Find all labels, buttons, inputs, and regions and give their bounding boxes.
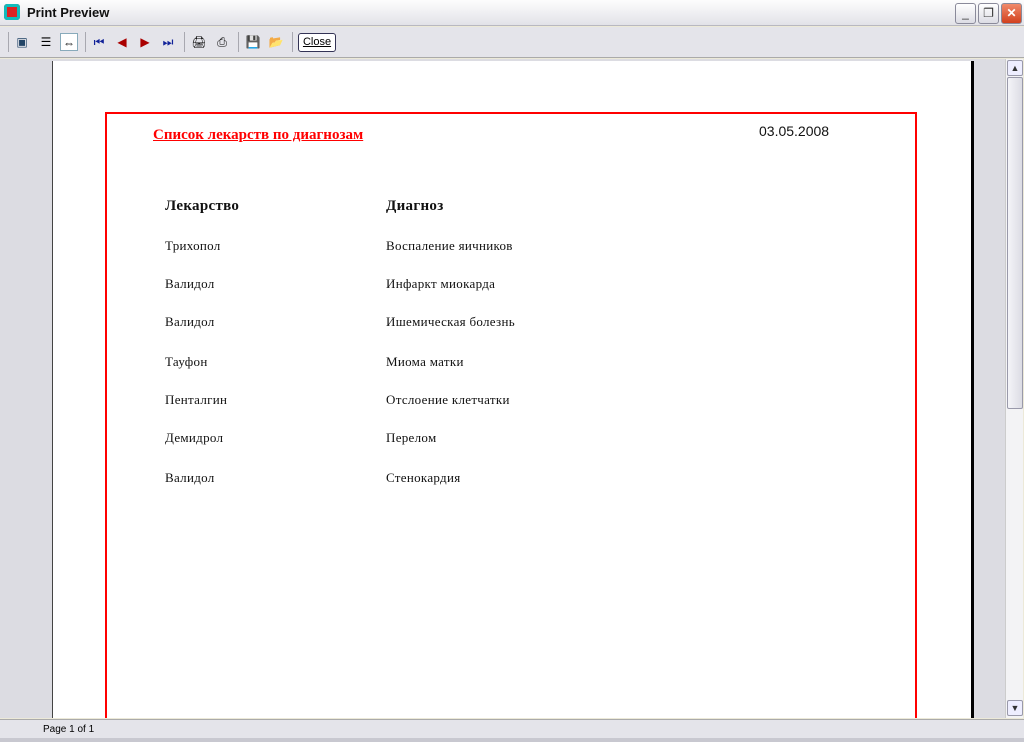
toolbar: ▣ ☰ ⇔ ⏮ ◀ ▶ ⏭ 🖨 ⎙ 💾 📂 Close: [0, 27, 1024, 58]
vertical-scrollbar[interactable]: ▲ ▼: [1005, 59, 1023, 718]
separator: [238, 32, 239, 52]
preview-area: Список лекарств по диагнозам 03.05.2008 …: [0, 59, 1005, 718]
separator: [85, 32, 86, 52]
taskbar-strip: [0, 738, 1024, 742]
drug-cell: Валидол: [165, 470, 215, 485]
open-icon[interactable]: 📂: [267, 33, 285, 51]
multi-page-icon[interactable]: ☰: [37, 33, 55, 51]
scroll-up-button[interactable]: ▲: [1007, 60, 1023, 76]
scroll-down-button[interactable]: ▼: [1007, 700, 1023, 716]
report-title: Список лекарств по диагнозам: [153, 127, 364, 143]
report-page: Список лекарств по диагнозам 03.05.2008 …: [52, 61, 974, 718]
scroll-thumb[interactable]: [1007, 77, 1023, 409]
drug-cell: Трихопол: [165, 238, 221, 253]
first-page-icon[interactable]: ⏮: [90, 33, 108, 51]
close-window-button[interactable]: ✕: [1001, 3, 1022, 24]
window-title: Print Preview: [27, 5, 110, 20]
diagnosis-cell: Воспаление яичников: [386, 238, 513, 253]
drug-cell: Валидол: [165, 276, 215, 291]
diagnosis-cell: Миома матки: [386, 354, 464, 369]
column-header-diagnosis: Диагноз: [386, 198, 444, 214]
separator: [184, 32, 185, 52]
last-page-icon[interactable]: ⏭: [159, 33, 177, 51]
one-page-icon[interactable]: ▣: [13, 33, 31, 51]
diagnosis-cell: Перелом: [386, 430, 437, 445]
diagnosis-cell: Стенокардия: [386, 470, 461, 485]
column-header-drug: Лекарство: [165, 198, 240, 214]
next-page-icon[interactable]: ▶: [136, 33, 154, 51]
diagnosis-cell: Отслоение клетчатки: [386, 392, 510, 407]
print-icon[interactable]: ⎙: [213, 33, 231, 51]
minimize-button[interactable]: _: [955, 3, 976, 24]
app-icon: [4, 4, 20, 20]
diagnosis-cell: Инфаркт миокарда: [386, 276, 496, 291]
zoom-fit-icon[interactable]: ⇔: [60, 33, 78, 51]
drug-cell: Пенталгин: [165, 392, 228, 407]
save-icon[interactable]: 💾: [244, 33, 262, 51]
separator: [292, 32, 293, 52]
page-indicator: Page 1 of 1: [43, 724, 95, 735]
separator: [8, 32, 9, 52]
title-bar: Print Preview _ ❐ ✕: [0, 0, 1024, 26]
close-button[interactable]: Close: [298, 33, 336, 52]
prev-page-icon[interactable]: ◀: [113, 33, 131, 51]
drug-cell: Демидрол: [165, 430, 224, 445]
drug-cell: Валидол: [165, 314, 215, 329]
drug-cell: Тауфон: [165, 354, 208, 369]
diagnosis-cell: Ишемическая болезнь: [386, 314, 515, 329]
status-bar: Page 1 of 1: [0, 719, 1024, 738]
print-setup-icon[interactable]: 🖨: [190, 33, 208, 51]
report-date: 03.05.2008: [759, 123, 830, 139]
restore-button[interactable]: ❐: [978, 3, 999, 24]
